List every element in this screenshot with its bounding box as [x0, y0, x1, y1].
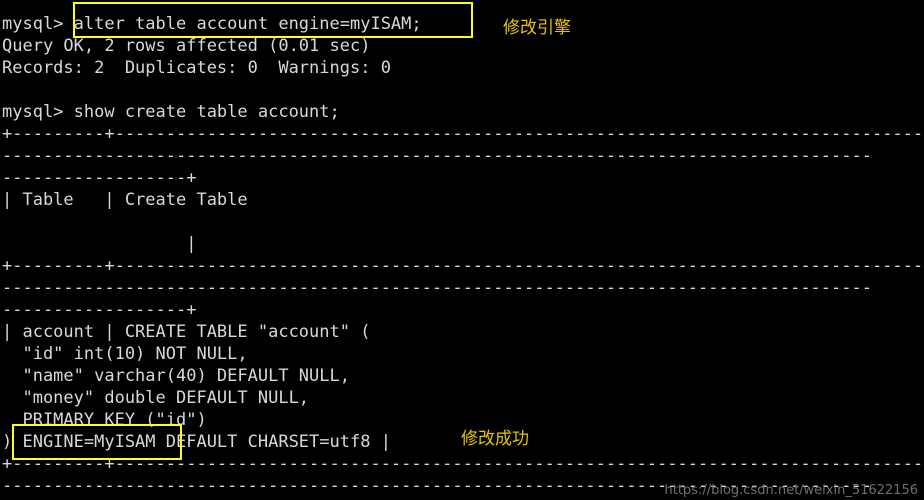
- terminal-line: ------------------+: [2, 300, 197, 320]
- terminal-line: ) ENGINE=MyISAM DEFAULT CHARSET=utf8 |: [2, 432, 391, 452]
- terminal-line: Query OK, 2 rows affected (0.01 sec): [2, 36, 371, 56]
- terminal-line: ----------------------------------------…: [2, 278, 872, 298]
- terminal-line: "name" varchar(40) DEFAULT NULL,: [2, 366, 350, 386]
- terminal-line: +---------+-----------------------------…: [2, 256, 924, 276]
- annotation-label: 修改成功: [461, 429, 529, 449]
- terminal-window[interactable]: mysql> alter table account engine=myISAM…: [0, 0, 924, 500]
- terminal-line: ----------------------------------------…: [2, 146, 872, 166]
- terminal-line: +---------+-----------------------------…: [2, 454, 924, 474]
- terminal-line: PRIMARY KEY ("id"): [2, 410, 207, 430]
- terminal-line: "money" double DEFAULT NULL,: [2, 388, 310, 408]
- terminal-line: Records: 2 Duplicates: 0 Warnings: 0: [2, 58, 391, 78]
- terminal-line: mysql> show create table account;: [2, 102, 340, 122]
- terminal-line: |: [2, 234, 197, 254]
- terminal-line: +---------+-----------------------------…: [2, 124, 924, 144]
- terminal-line: "id" int(10) NOT NULL,: [2, 344, 248, 364]
- terminal-line: ------------------+: [2, 168, 197, 188]
- terminal-line: | account | CREATE TABLE "account" (: [2, 322, 371, 342]
- terminal-line: mysql> alter table account engine=myISAM…: [2, 14, 422, 34]
- annotation-label: 修改引擎: [503, 18, 571, 38]
- terminal-line: | Table | Create Table: [2, 190, 248, 210]
- watermark: https://blog.csdn.net/weixin_51622156: [664, 483, 918, 498]
